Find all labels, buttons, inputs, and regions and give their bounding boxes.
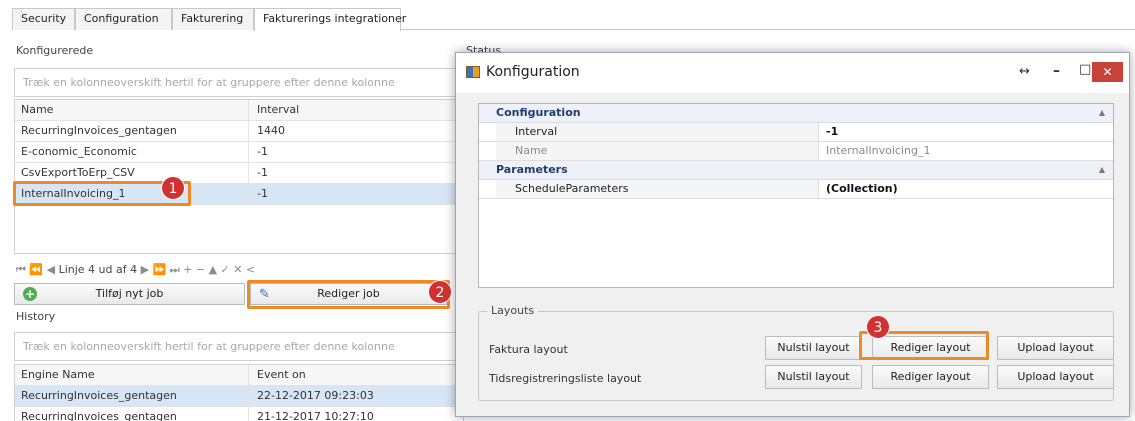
close-button[interactable]: ✕ (1092, 62, 1123, 82)
maximize-button[interactable]: □ (1079, 62, 1091, 77)
cell-event: 22-12-2017 09:23:03 (257, 389, 374, 402)
status-label: Status (466, 44, 502, 52)
app-icon (466, 66, 480, 78)
property-grid: Configuration ▲ Interval -1 Name Interna… (478, 103, 1114, 288)
history-grid: Engine Name Event on RecurringInvoices_g… (14, 364, 464, 421)
add-job-button[interactable]: + Tilføj nyt job (14, 283, 245, 305)
layouts-legend: Layouts (487, 304, 539, 317)
time-registration-layout-label: Tidsregistreringsliste layout (489, 372, 642, 385)
edit-time-layout-button[interactable]: Rediger layout (872, 365, 989, 389)
column-header-interval[interactable]: Interval (251, 100, 463, 120)
nav-first-prev-icons[interactable]: ⏮ ⏪ ◀ (16, 263, 55, 276)
step-badge-3: 3 (866, 315, 890, 339)
configuration-dialog: Konfiguration ↔ – □ ✕ Configuration ▲ In… (455, 52, 1130, 417)
table-row[interactable]: RecurringInvoices_gentagen 22-12-2017 09… (15, 386, 463, 407)
property-row-name[interactable]: Name InternalInvoicing_1 (479, 142, 1113, 161)
app-window: Security Configuration Fakturering Faktu… (0, 0, 1135, 421)
cell-engine: RecurringInvoices_gentagen (15, 407, 249, 421)
layouts-group: Layouts Faktura layout Nulstil layout Re… (478, 304, 1114, 401)
property-row-interval[interactable]: Interval -1 (479, 123, 1113, 142)
tab-fakturerings-integrationer[interactable]: Fakturerings integrationer (254, 8, 406, 31)
tab-security[interactable]: Security (12, 8, 75, 30)
resize-icon[interactable]: ↔ (1019, 64, 1030, 79)
property-name: Interval (496, 123, 819, 141)
history-label: History (16, 310, 56, 323)
highlight-edit-job (247, 280, 450, 309)
property-value[interactable]: (Collection) (820, 180, 898, 198)
cell-name: RecurringInvoices_gentagen (15, 121, 249, 141)
record-navigator: ⏮ ⏪ ◀ Linje 4 ud af 4 ▶ ⏩ ⏭ + − ▲ ✓ ✕ < (16, 263, 255, 277)
reset-faktura-layout-button[interactable]: Nulstil layout (765, 336, 862, 360)
faktura-layout-label: Faktura layout (489, 343, 568, 356)
dialog-title: Konfiguration (486, 64, 580, 80)
plus-circle-icon: + (23, 287, 37, 301)
history-header-row: Engine Name Event on (15, 365, 463, 386)
cell-name: CsvExportToErp_CSV (15, 163, 249, 183)
category-label: Configuration (496, 106, 581, 119)
configured-group-hint[interactable]: Træk en kolonneoverskift hertil for at g… (14, 68, 464, 97)
upload-time-layout-button[interactable]: Upload layout (997, 365, 1114, 389)
step-badge-1: 1 (161, 176, 185, 200)
cell-interval: -1 (257, 166, 268, 179)
property-value: InternalInvoicing_1 (826, 144, 931, 157)
upload-faktura-layout-button[interactable]: Upload layout (997, 336, 1114, 360)
category-configuration[interactable]: Configuration ▲ (479, 104, 1113, 123)
tab-bar: Security Configuration Fakturering Faktu… (12, 8, 1135, 31)
reset-time-layout-button[interactable]: Nulstil layout (765, 365, 862, 389)
tab-configuration[interactable]: Configuration (75, 8, 172, 30)
column-header-engine-name[interactable]: Engine Name (15, 365, 249, 385)
step-badge-2: 2 (428, 280, 452, 304)
column-header-name[interactable]: Name (15, 100, 249, 120)
category-parameters[interactable]: Parameters ▲ (479, 161, 1113, 180)
configured-grid: Name Interval RecurringInvoices_gentagen… (14, 99, 464, 254)
cell-interval: -1 (257, 145, 268, 158)
cell-engine: RecurringInvoices_gentagen (15, 386, 249, 406)
collapse-icon[interactable]: ▲ (1099, 161, 1105, 179)
configured-label: Konfigurerede (16, 44, 94, 57)
collapse-icon[interactable]: ▲ (1099, 104, 1105, 122)
property-row-scheduleparameters[interactable]: ScheduleParameters (Collection) (479, 180, 1113, 199)
configured-header-row: Name Interval (15, 100, 463, 121)
minimize-button[interactable]: – (1053, 63, 1060, 79)
tab-fakturering[interactable]: Fakturering (172, 8, 254, 30)
cell-name: E-conomic_Economic (15, 142, 249, 162)
table-row[interactable]: RecurringInvoices_gentagen 21-12-2017 10… (15, 407, 463, 421)
table-row[interactable]: RecurringInvoices_gentagen 1440 (15, 121, 463, 142)
property-name: ScheduleParameters (496, 180, 819, 198)
column-header-event-on[interactable]: Event on (251, 365, 306, 385)
dialog-titlebar[interactable]: Konfiguration ↔ – □ ✕ (456, 53, 1129, 93)
nav-next-last-icons[interactable]: ▶ ⏩ ⏭ + − ▲ ✓ ✕ < (141, 263, 256, 276)
property-name: Name (496, 142, 819, 160)
cell-interval: -1 (257, 187, 268, 200)
category-label: Parameters (496, 163, 568, 176)
cell-interval: 1440 (257, 124, 285, 137)
table-row[interactable]: E-conomic_Economic -1 (15, 142, 463, 163)
cell-event: 21-12-2017 10:27:10 (257, 410, 374, 421)
property-value[interactable]: -1 (820, 123, 838, 141)
record-position: Linje 4 ud af 4 (58, 263, 138, 276)
history-group-hint[interactable]: Træk en kolonneoverskift hertil for at g… (14, 332, 464, 361)
add-job-label: Tilføj nyt job (95, 287, 164, 300)
